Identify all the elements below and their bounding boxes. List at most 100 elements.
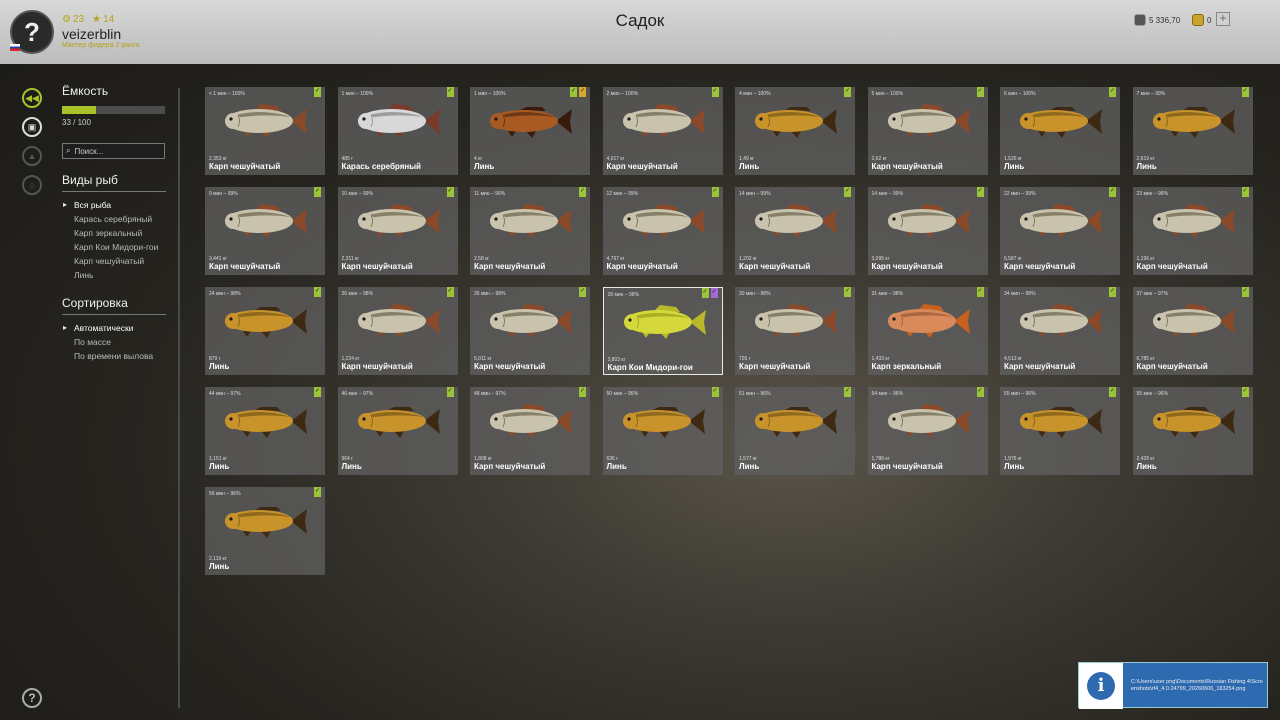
screenshot-notification[interactable]: i C:\Users\user png\Documents\Russian Fi… bbox=[1078, 662, 1268, 709]
fish-card[interactable]: 28 мин – 98% 3,803 кг Карп Кои Мидори-гои bbox=[602, 287, 723, 375]
fish-card[interactable]: 11 мин – 99% 2,58 кг Карп чешуйчатый bbox=[470, 187, 590, 275]
fish-type-list: Вся рыбаКарась серебряныйКарп зеркальный… bbox=[62, 198, 166, 282]
fish-card[interactable]: 23 мин – 98% 1,196 кг Карп чешуйчатый bbox=[1132, 187, 1253, 275]
green-bookmark-icon bbox=[1109, 387, 1116, 397]
catch-time: 31 мин – 98% bbox=[871, 291, 904, 297]
fish-name: Карп чешуйчатый bbox=[871, 162, 943, 171]
catch-time: 12 мин – 99% bbox=[606, 191, 639, 197]
fish-card[interactable]: 44 мин – 97% 1,151 кг Линь bbox=[205, 387, 325, 475]
home-icon[interactable]: ⌂ bbox=[22, 175, 42, 195]
fish-name: Карп чешуйчатый bbox=[1004, 362, 1076, 371]
green-bookmark-icon bbox=[976, 387, 984, 397]
fish-card[interactable]: 22 мин – 99% 6,587 кг Карп чешуйчатый bbox=[1000, 187, 1120, 275]
catch-time: 26 мин – 98% bbox=[341, 291, 374, 297]
fish-card[interactable]: 1 мин – 100% 4 кг Линь bbox=[470, 87, 590, 175]
add-gold-button[interactable]: + bbox=[1216, 12, 1230, 26]
fish-card[interactable]: 14 мин – 99% 3,095 кг Карп чешуйчатый bbox=[867, 187, 988, 275]
fish-name: Линь bbox=[739, 462, 760, 471]
fish-card[interactable]: 12 мин – 99% 4,797 кг Карп чешуйчатый bbox=[602, 187, 723, 275]
fish-card[interactable]: 34 мин – 98% 4,513 кг Карп чешуйчатый bbox=[1000, 287, 1120, 375]
green-bookmark-icon bbox=[314, 487, 321, 497]
fish-card[interactable]: 30 мин – 98% 726 г Карп чешуйчатый bbox=[735, 287, 855, 375]
fish-card[interactable]: 6 мин – 100% 1,526 кг Линь bbox=[1000, 87, 1120, 175]
catch-time: 37 мин – 97% bbox=[1136, 291, 1169, 297]
fish-card[interactable]: < 1 мин – 100% 2,353 кг Карп чешуйчатый bbox=[205, 87, 325, 175]
catch-time: 1 мин – 100% bbox=[341, 91, 374, 97]
fish-card[interactable]: 46 мин – 97% 964 г Линь bbox=[337, 387, 458, 475]
fish-type-item[interactable]: Вся рыба bbox=[62, 198, 166, 212]
fish-card[interactable]: 54 мин – 96% 1,786 кг Карп чешуйчатый bbox=[867, 387, 988, 475]
sort-option-list: АвтоматическиПо массеПо времени вылова bbox=[62, 321, 166, 363]
backpack-icon[interactable]: ▣ bbox=[22, 117, 42, 137]
catch-time: 34 мин – 98% bbox=[1004, 291, 1036, 297]
sort-option-item[interactable]: Автоматически bbox=[62, 321, 166, 335]
green-bookmark-icon bbox=[1109, 187, 1116, 197]
sort-option-item[interactable]: По массе bbox=[62, 335, 166, 349]
fish-card[interactable]: 7 мин – 99% 2,619 кг Линь bbox=[1132, 87, 1253, 175]
fish-image bbox=[490, 204, 572, 238]
fish-card[interactable]: 14 мин – 99% 1,202 кг Карп чешуйчатый bbox=[735, 187, 855, 275]
help-button[interactable]: ? bbox=[22, 688, 42, 708]
catch-time: 7 мин – 99% bbox=[1136, 91, 1166, 97]
top-bar: ? ⚙ 23 ★ 14 veizerblin Мастер фидера 2 ран… bbox=[0, 0, 1280, 64]
fish-card[interactable]: 51 мин – 96% 1,577 кг Линь bbox=[735, 387, 855, 475]
fish-type-item[interactable]: Карп Кои Мидори-гои bbox=[62, 240, 166, 254]
search-placeholder: Поиск... bbox=[74, 146, 104, 156]
catch-time: 4 мин – 100% bbox=[739, 91, 771, 97]
green-bookmark-icon bbox=[1109, 87, 1116, 97]
fish-card[interactable]: 26 мин – 98% 5,011 кг Карп чешуйчатый bbox=[470, 287, 590, 375]
fish-card[interactable]: 1 мин – 100% 485 г Карась серебряный bbox=[337, 87, 458, 175]
catch-time: 22 мин – 99% bbox=[1004, 191, 1036, 197]
green-bookmark-icon bbox=[579, 287, 586, 297]
fish-type-item[interactable]: Линь bbox=[62, 268, 166, 282]
catch-time: 6 мин – 100% bbox=[1004, 91, 1036, 97]
fish-name: Линь bbox=[1136, 162, 1157, 171]
green-bookmark-icon bbox=[844, 287, 851, 297]
fish-image bbox=[1152, 204, 1235, 238]
fish-image bbox=[622, 407, 705, 438]
fish-card[interactable]: 24 мин – 98% 879 г Линь bbox=[205, 287, 325, 375]
fish-card[interactable]: 26 мин – 98% 1,224 кг Карп чешуйчатый bbox=[337, 287, 458, 375]
fish-name: Карп чешуйчатый bbox=[871, 262, 943, 271]
fish-name: Карп зеркальный bbox=[871, 362, 942, 371]
capacity-text: 33 / 100 bbox=[62, 118, 91, 127]
fish-card[interactable]: 31 мин – 98% 1,433 кг Карп зеркальный bbox=[867, 287, 988, 375]
fish-image bbox=[357, 204, 440, 238]
screenshot-path: C:\Users\user png\Documents\Russian Fish… bbox=[1131, 679, 1263, 692]
catch-time: 48 мин – 97% bbox=[474, 391, 506, 397]
fish-image bbox=[755, 107, 837, 138]
green-bookmark-icon bbox=[701, 288, 709, 298]
catch-time: 55 мин – 96% bbox=[1004, 391, 1036, 397]
fish-card[interactable]: 48 мин – 97% 1,808 кг Карп чешуйчатый bbox=[470, 387, 590, 475]
fish-name: Линь bbox=[474, 162, 495, 171]
fish-card[interactable]: 55 мин – 96% 1,976 кг Линь bbox=[1000, 387, 1120, 475]
green-bookmark-icon bbox=[1241, 387, 1249, 397]
fish-grid: < 1 мин – 100%2,353 кгКарп чешуйчатый1 м… bbox=[205, 87, 1253, 575]
fish-image bbox=[357, 304, 440, 338]
sort-option-item[interactable]: По времени вылова bbox=[62, 349, 166, 363]
fish-type-item[interactable]: Карась серебряный bbox=[62, 212, 166, 226]
info-icon: i bbox=[1087, 672, 1115, 700]
fish-name: Карп чешуйчатый bbox=[474, 262, 546, 271]
gold-coin-icon bbox=[1192, 14, 1204, 26]
fish-card[interactable]: 10 мин – 99% 2,311 кг Карп чешуйчатый bbox=[337, 187, 458, 275]
fish-card[interactable]: 5 мин – 100% 2,62 кг Карп чешуйчатый bbox=[867, 87, 988, 175]
fish-image bbox=[1020, 204, 1102, 238]
fish-card[interactable]: 9 мин – 99% 3,441 кг Карп чешуйчатый bbox=[205, 187, 325, 275]
search-input[interactable]: ⌕ Поиск... bbox=[62, 143, 165, 159]
fish-card[interactable]: 56 мин – 96% 2,119 кг Линь bbox=[205, 487, 325, 575]
fish-card[interactable]: 55 мин – 96% 2,428 кг Линь bbox=[1132, 387, 1253, 475]
green-bookmark-icon bbox=[314, 387, 321, 397]
green-bookmark-icon bbox=[711, 387, 719, 397]
fish-card[interactable]: 2 мин – 100% 4,917 кг Карп чешуйчатый bbox=[602, 87, 723, 175]
fish-card[interactable]: 50 мин – 96% 636 г Линь bbox=[602, 387, 723, 475]
fish-card[interactable]: 37 мин – 97% 6,785 кг Карп чешуйчатый bbox=[1132, 287, 1253, 375]
fire-icon[interactable]: ▲ bbox=[22, 146, 42, 166]
keepnet-icon[interactable]: ◀◀ bbox=[22, 88, 42, 108]
fish-image bbox=[1020, 107, 1102, 138]
gold-display: 0 bbox=[1192, 13, 1211, 27]
fish-card[interactable]: 4 мин – 100% 1,49 кг Линь bbox=[735, 87, 855, 175]
fish-type-item[interactable]: Карп зеркальный bbox=[62, 226, 166, 240]
fish-type-item[interactable]: Карп чешуйчатый bbox=[62, 254, 166, 268]
green-bookmark-icon bbox=[1241, 287, 1249, 297]
